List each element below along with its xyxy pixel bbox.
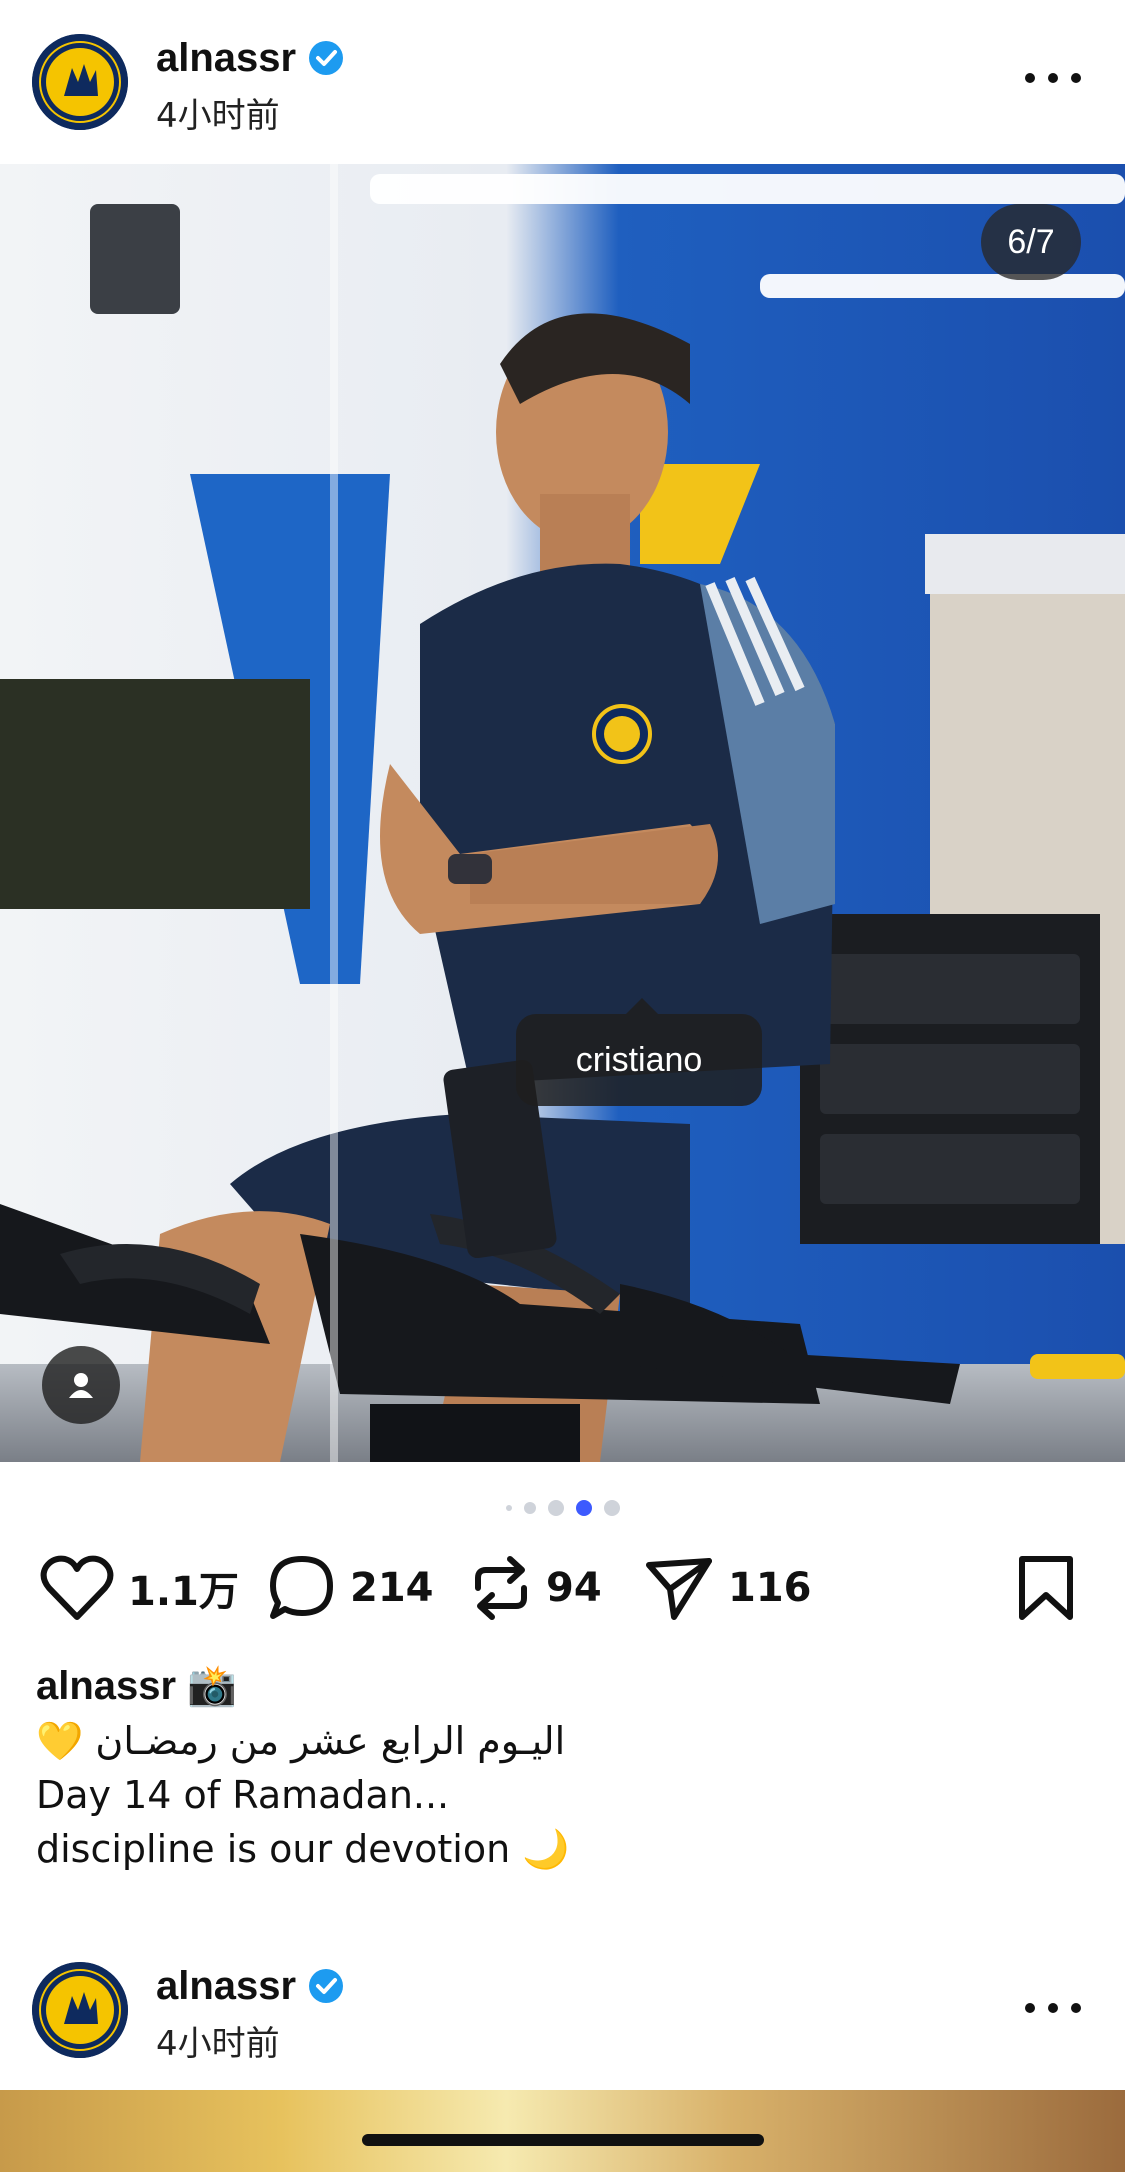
post-media[interactable]: 6/7 cristiano <box>0 164 1125 1462</box>
share-button[interactable]: 116 <box>644 1548 812 1628</box>
carousel-dot <box>603 1500 620 1516</box>
verified-badge-icon <box>308 40 344 76</box>
person-icon[interactable] <box>42 1346 120 1424</box>
caption-line-arabic: 💛 اليـوم الرابع عشر من رمضـان <box>36 1719 566 1763</box>
post-header: alnassr 4小时前 <box>0 0 1125 164</box>
save-button[interactable] <box>1016 1548 1076 1628</box>
like-button[interactable]: 1.1万 <box>40 1548 239 1628</box>
like-count: 1.1万 <box>128 1569 239 1615</box>
carousel-dot <box>505 1505 512 1511</box>
caption-line-day: Day 14 of Ramadan... <box>36 1773 450 1817</box>
username[interactable]: alnassr <box>156 34 296 82</box>
heart-icon <box>40 1555 114 1621</box>
post-time: 4小时前 <box>156 2024 280 2064</box>
caption-line-devotion: discipline is our devotion 🌙 <box>36 1827 570 1871</box>
post-photo <box>0 164 1125 1462</box>
next-post-header: alnassr 4小时前 <box>0 1930 1125 2094</box>
carousel-dot-active <box>575 1500 592 1516</box>
next-post-media[interactable] <box>0 2090 1125 2172</box>
bookmark-icon <box>1016 1555 1076 1621</box>
more-options-icon[interactable] <box>1025 1988 1081 2028</box>
more-options-icon[interactable] <box>1025 58 1081 98</box>
repost-button[interactable]: 94 <box>470 1548 602 1628</box>
post-time: 4小时前 <box>156 96 280 136</box>
post-caption: alnassr 📸 💛 اليـوم الرابع عشر من رمضـان … <box>36 1658 1086 1876</box>
avatar[interactable] <box>32 1962 128 2058</box>
comment-count: 214 <box>350 1565 434 1611</box>
media-counter: 6/7 <box>981 204 1081 280</box>
verified-badge-icon <box>308 1968 344 2004</box>
carousel-indicator <box>0 1500 1125 1516</box>
share-count: 116 <box>728 1565 812 1611</box>
comment-button[interactable]: 214 <box>268 1548 434 1628</box>
caption-username[interactable]: alnassr 📸 <box>36 1658 1086 1714</box>
comment-bubble-icon <box>268 1554 336 1622</box>
action-bar: 1.1万 214 94 116 <box>0 1548 1125 1628</box>
avatar[interactable] <box>32 34 128 130</box>
user-tag-label[interactable]: cristiano <box>516 998 762 1106</box>
home-indicator[interactable] <box>362 2134 764 2146</box>
paper-plane-icon <box>644 1555 714 1621</box>
carousel-dot <box>523 1502 536 1514</box>
username[interactable]: alnassr <box>156 1962 296 2010</box>
repost-icon <box>470 1554 532 1622</box>
repost-count: 94 <box>546 1565 602 1611</box>
carousel-dot <box>547 1500 564 1516</box>
